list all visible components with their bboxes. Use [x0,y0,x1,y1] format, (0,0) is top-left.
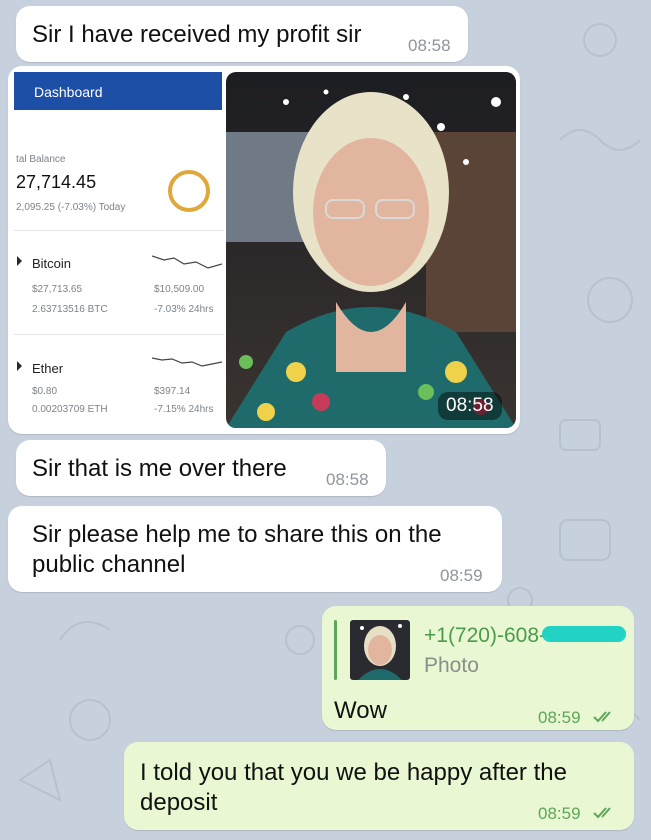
message-text-line2: public channel [32,551,186,578]
reply-media-type: Photo [424,654,479,677]
incoming-message-bubble[interactable]: Sir I have received my profit sir 08:58 [16,6,468,62]
message-text-line1: Sir please help me to share this on the [32,521,442,548]
message-time: 08:59 [538,804,581,823]
redaction-mark [542,626,626,642]
outgoing-message-bubble[interactable]: +1(720)-608- Photo Wow 08:59 [322,606,634,730]
balance-value: 27,714.45 [16,172,97,192]
incoming-message-bubble[interactable]: Sir that is me over there 08:58 [16,440,386,496]
balance-label: tal Balance [16,154,66,165]
asset-name-ether: Ether [32,361,64,376]
ether-price: $0.80 [32,386,58,397]
reply-quote-bar [334,620,337,680]
dashboard-screenshot[interactable]: Dashboard tal Balance 27,714.45 2,095.25… [14,72,224,428]
message-text-line1: I told you that you we be happy after th… [140,759,567,786]
message-text: Sir that is me over there [32,455,287,482]
message-time: 08:59 [440,566,483,585]
bitcoin-sparkline [152,255,222,269]
ether-sparkline [152,357,222,367]
selfie-image [226,72,516,428]
reply-sender-phone: +1(720)-608- [424,624,546,647]
outgoing-message-bubble[interactable]: I told you that you we be happy after th… [124,742,634,830]
read-checkmarks-icon [593,711,611,723]
ether-change: -7.15% 24hrs [154,404,214,415]
message-time: 08:58 [408,36,451,55]
incoming-message-bubble[interactable]: Sir please help me to share this on the … [8,506,502,592]
media-message-bubble[interactable]: Dashboard tal Balance 27,714.45 2,095.25… [8,66,520,434]
dashboard-header: Dashboard [14,72,222,110]
message-text: Sir I have received my profit sir [32,21,362,48]
message-time: 08:59 [538,708,581,727]
ether-amount: 0.00203709 ETH [32,404,108,415]
bitcoin-price: $27,713.65 [32,284,83,295]
balance-ring-icon [168,170,210,212]
message-text-line2: deposit [140,789,218,816]
balance-change: 2,095.25 (-7.03%) Today [16,202,126,213]
message-time: 08:58 [326,470,369,489]
bitcoin-value: $10,509.00 [154,284,205,295]
bitcoin-change: -7.03% 24hrs [154,304,214,315]
read-checkmarks-icon [593,807,611,819]
ether-value: $397.14 [154,386,191,397]
selfie-photo[interactable]: 08:58 [226,72,516,428]
bitcoin-amount: 2.63713516 BTC [32,304,108,315]
ether-chevron-icon [17,361,22,371]
message-text: Wow [334,697,387,724]
bitcoin-chevron-icon [17,256,22,266]
media-time-badge: 08:58 [438,392,502,420]
reply-thumbnail[interactable] [350,620,410,680]
asset-name-bitcoin: Bitcoin [32,256,72,271]
